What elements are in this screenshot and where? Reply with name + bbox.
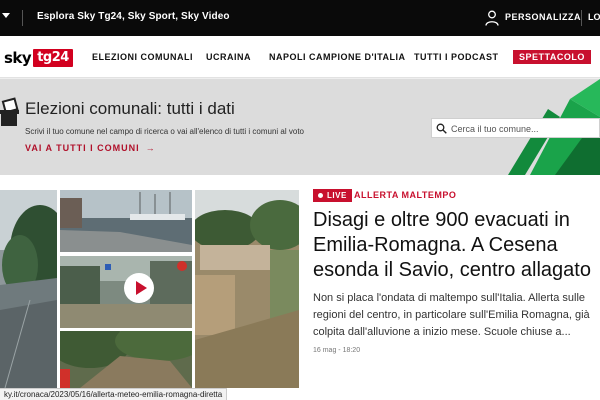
nav-item-napoli[interactable]: NAPOLI CAMPIONE D'ITALIA xyxy=(269,52,405,62)
arrow-right-icon: → xyxy=(145,143,156,153)
photo-flooded-town[interactable] xyxy=(195,190,299,388)
divider xyxy=(22,10,23,26)
headline-line-1: Disagi e oltre 900 evacuati in xyxy=(313,209,570,231)
story-summary: Non si placa l'ondata di maltempo sull'I… xyxy=(313,292,590,338)
story-kicker[interactable]: ALLERTA MALTEMPO xyxy=(354,190,456,200)
story-headline[interactable]: Disagi e oltre 900 evacuati in Emilia-Ro… xyxy=(313,208,600,283)
live-badge: LIVE xyxy=(313,189,352,202)
live-label: LIVE xyxy=(327,191,347,200)
personalize-link[interactable]: PERSONALIZZA xyxy=(505,12,581,22)
search-icon xyxy=(436,123,447,134)
headline-line-3: esonda il Savio, centro allagato xyxy=(313,259,591,281)
sky-tg24-logo[interactable]: sky tg24 xyxy=(4,48,73,68)
logo-tg24: tg24 xyxy=(33,49,73,67)
all-comuni-link[interactable]: VAI A TUTTI I COMUNI → xyxy=(25,143,156,153)
top-bar: Esplora Sky Tg24, Sky Sport, Sky Video P… xyxy=(0,0,600,36)
elections-banner: Elezioni comunali: tutti i dati Scrivi i… xyxy=(0,79,600,175)
login-link[interactable]: LO xyxy=(588,12,600,22)
comune-search-input[interactable] xyxy=(451,121,596,136)
banner-title: Elezioni comunali: tutti i dati xyxy=(25,99,235,118)
nav-item-elezioni-comunali[interactable]: ELEZIONI COMUNALI xyxy=(92,52,193,62)
live-dot-icon xyxy=(318,193,323,198)
main-nav: sky tg24 ELEZIONI COMUNALI UCRAINA NAPOL… xyxy=(0,36,600,78)
photo-landslide[interactable] xyxy=(60,331,192,388)
nav-item-spettacolo[interactable]: SPETTACOLO xyxy=(513,50,591,64)
ballot-box-icon xyxy=(0,97,19,126)
logo-sky: sky xyxy=(4,49,32,67)
user-icon[interactable] xyxy=(485,10,499,26)
photo-harbor-storm[interactable] xyxy=(60,190,192,252)
menu-caret-icon[interactable] xyxy=(2,13,10,18)
play-icon[interactable] xyxy=(123,272,155,304)
all-comuni-label: VAI A TUTTI I COMUNI xyxy=(25,143,140,153)
nav-item-podcast[interactable]: TUTTI I PODCAST xyxy=(414,52,499,62)
story-timestamp: 16 mag - 18:20 xyxy=(313,347,361,354)
photo-flooded-road[interactable] xyxy=(0,190,57,388)
status-bar-url: ky.it/cronaca/2023/05/16/allerta-meteo-e… xyxy=(0,388,228,400)
comune-search[interactable] xyxy=(431,118,600,138)
explore-link[interactable]: Esplora Sky Tg24, Sky Sport, Sky Video xyxy=(37,11,230,22)
divider xyxy=(581,10,582,26)
banner-subtitle: Scrivi il tuo comune nel campo di ricerc… xyxy=(25,127,304,136)
nav-item-ucraina[interactable]: UCRAINA xyxy=(206,52,251,62)
headline-line-2: Emilia-Romagna. A Cesena xyxy=(313,234,558,256)
